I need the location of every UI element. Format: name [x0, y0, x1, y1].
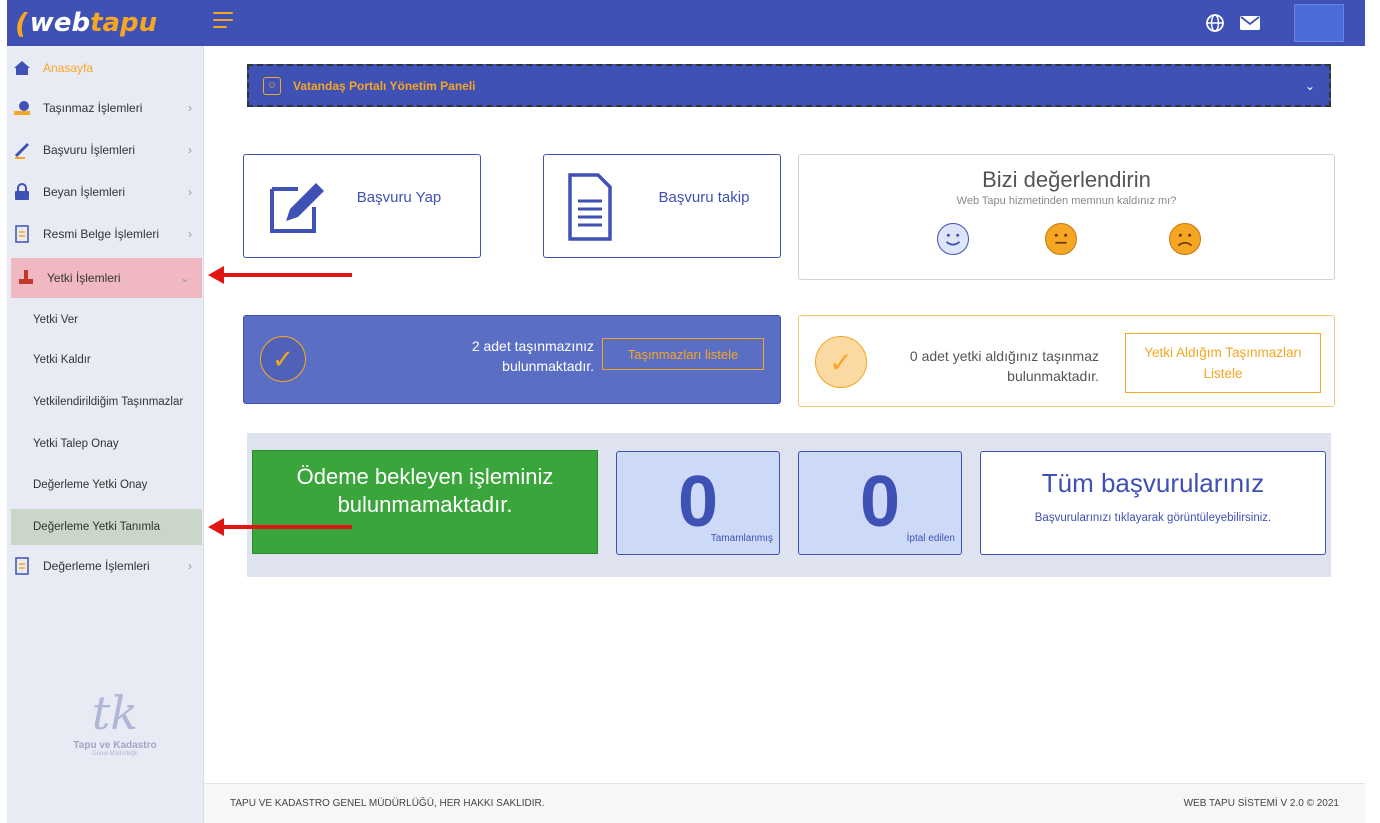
sidebar-subitem-yetki-kaldir[interactable]: Yetki Kaldır — [7, 342, 204, 378]
sidebar-item-basvuru[interactable]: Başvuru İşlemleri › — [7, 130, 204, 170]
completed-stat[interactable]: 0 Tamamlanmış — [616, 451, 780, 555]
tkgm-logo: tk Tapu ve Kadastro Genel Müdürlüğü — [65, 686, 165, 757]
all-applications-title: Tüm başvurularınız — [1041, 468, 1265, 498]
sidebar-item-degerleme[interactable]: Değerleme İşlemleri › — [7, 546, 204, 586]
footer: TAPU VE KADASTRO GENEL MÜDÜRLÜĞÜ, HER HA… — [204, 783, 1365, 823]
sidebar-item-label: Taşınmaz İşlemleri — [43, 101, 143, 115]
tkgm-mark-icon: tk — [91, 686, 139, 740]
sidebar-subitem-label: Yetki Ver — [33, 314, 78, 326]
track-card-label: Başvuru takip — [658, 189, 750, 206]
logo-main-text: web — [29, 8, 91, 38]
sidebar-subitem-label: Değerleme Yetki Onay — [33, 479, 148, 491]
track-card[interactable]: Başvuru takip — [543, 154, 781, 258]
sidebar-item-beyan[interactable]: Beyan İşlemleri › — [7, 172, 204, 212]
panel-header-title: Vatandaş Portalı Yönetim Paneli — [293, 78, 476, 93]
rating-panel: Bizi değerlendirin Web Tapu hizmetinden … — [798, 154, 1335, 280]
cancelled-count: 0 — [859, 462, 901, 542]
sidebar-item-label: Anasayfa — [43, 61, 94, 75]
menu-toggle-icon[interactable] — [213, 12, 235, 32]
completed-label: Tamamlanmış — [710, 533, 773, 544]
sidebar-item-label: Başvuru İşlemleri — [43, 143, 136, 157]
sidebar-subitem-label: Yetkilendirildiğim Taşınmazlar — [33, 396, 184, 408]
stamp-icon — [17, 269, 35, 287]
sidebar-subitem-yetki-ver[interactable]: Yetki Ver — [7, 302, 204, 338]
sidebar-item-label: Resmi Belge İşlemleri — [43, 227, 160, 241]
neutral-face-icon[interactable] — [1045, 223, 1077, 255]
sidebar-subitem-label: Değerleme Yetki Tanımla — [33, 521, 160, 533]
globe-icon[interactable] — [1203, 11, 1227, 35]
sidebar-subitem-label: Yetki Talep Onay — [33, 438, 119, 450]
top-bar: ( web tapu — [7, 0, 1365, 46]
chevron-right-icon: › — [188, 185, 192, 199]
rating-title: Bizi değerlendirin — [982, 167, 1151, 192]
tkgm-sub: Genel Müdürlüğü — [91, 751, 139, 757]
document-icon — [13, 225, 31, 243]
chevron-right-icon: › — [188, 143, 192, 157]
sidebar-item-resmi-belge[interactable]: Resmi Belge İşlemleri › — [7, 214, 204, 254]
list-authorized-properties-button[interactable]: Yetki Aldığım Taşınmazları Listele — [1125, 333, 1321, 393]
chevron-right-icon: › — [188, 227, 192, 241]
chevron-right-icon: › — [188, 559, 192, 573]
document-icon — [568, 173, 612, 241]
chevron-down-icon: ⌄ — [179, 271, 190, 285]
sidebar-subitem-label: Yetki Kaldır — [33, 354, 91, 366]
apply-card-label: Başvuru Yap — [356, 189, 442, 206]
tkgm-name: Tapu ve Kadastro — [73, 740, 157, 751]
footer-copyright: TAPU VE KADASTRO GENEL MÜDÜRLÜĞÜ, HER HA… — [230, 798, 545, 809]
properties-info-text: 2 adet taşınmazınız bulunmaktadır. — [471, 338, 594, 374]
sidebar-item-label: Beyan İşlemleri — [43, 185, 126, 199]
check-icon: ✓ — [815, 336, 867, 388]
webtapu-logo[interactable]: ( web tapu — [15, 5, 205, 41]
sidebar-item-home[interactable]: Anasayfa — [7, 48, 204, 88]
authorized-info-text: 0 adet yetki aldığınız taşınmaz bulunmak… — [909, 348, 1099, 384]
user-avatar[interactable] — [1294, 4, 1344, 42]
lock-icon — [13, 183, 31, 201]
properties-info-panel: ✓ 2 adet taşınmazınız bulunmaktadır. Taş… — [243, 315, 781, 404]
all-applications-subtitle: Başvurularınızı tıklayarak görüntüleyebi… — [1034, 512, 1272, 524]
payment-status-box[interactable]: Ödeme bekleyen işleminiz bulunmamaktadır… — [252, 450, 598, 554]
smile-icon: ☺ — [263, 76, 281, 95]
chevron-down-icon: ⌄ — [1304, 78, 1315, 93]
sad-face-icon[interactable] — [1169, 223, 1201, 255]
panel-header[interactable]: ☺ Vatandaş Portalı Yönetim Paneli ⌄ — [247, 64, 1331, 107]
home-icon — [13, 59, 31, 77]
mail-icon[interactable] — [1238, 11, 1262, 35]
sidebar: Anasayfa Taşınmaz İşlemleri › Başvuru İş… — [7, 46, 204, 823]
authorized-info-panel: ✓ 0 adet yetki aldığınız taşınmaz bulunm… — [798, 315, 1335, 407]
happy-face-icon[interactable] — [937, 223, 969, 255]
apply-card[interactable]: Başvuru Yap — [243, 154, 481, 258]
footer-version: WEB TAPU SİSTEMİ V 2.0 © 2021 — [1183, 798, 1339, 809]
cancelled-label: İptal edilen — [906, 533, 955, 544]
stats-section: Ödeme bekleyen işleminiz bulunmamaktadır… — [247, 433, 1331, 577]
cancelled-stat[interactable]: 0 İptal edilen — [798, 451, 962, 555]
all-applications-card[interactable]: Tüm başvurularınız Başvurularınızı tıkla… — [980, 451, 1326, 555]
sidebar-item-yetki[interactable]: Yetki İşlemleri ⌄ — [11, 258, 202, 298]
sidebar-subitem-degerleme-yetki-tanimla[interactable]: Değerleme Yetki Tanımla — [11, 509, 202, 545]
logo-mark-icon: ( — [15, 6, 28, 40]
edit-icon — [270, 183, 324, 233]
annotation-arrow-icon — [208, 518, 352, 536]
sidebar-item-label: Değerleme İşlemleri — [43, 559, 150, 573]
list-properties-button[interactable]: Taşınmazları listele — [602, 338, 764, 370]
property-icon — [13, 99, 31, 117]
sidebar-subitem-degerleme-yetki-onay[interactable]: Değerleme Yetki Onay — [7, 467, 204, 503]
annotation-arrow-icon — [208, 266, 352, 284]
sidebar-item-tasinmaz[interactable]: Taşınmaz İşlemleri › — [7, 88, 204, 128]
sidebar-subitem-yetkilendirildigim[interactable]: Yetkilendirildiğim Taşınmazlar — [7, 384, 204, 420]
sidebar-subitem-yetki-talep-onay[interactable]: Yetki Talep Onay — [7, 426, 204, 462]
document-icon — [13, 557, 31, 575]
pen-icon — [13, 141, 31, 159]
check-icon: ✓ — [260, 336, 306, 382]
chevron-right-icon: › — [188, 101, 192, 115]
logo-accent-text: tapu — [90, 8, 158, 38]
completed-count: 0 — [677, 462, 719, 542]
sidebar-item-label: Yetki İşlemleri — [47, 271, 121, 285]
rating-subtitle: Web Tapu hizmetinden memnun kaldınız mı? — [956, 195, 1177, 207]
